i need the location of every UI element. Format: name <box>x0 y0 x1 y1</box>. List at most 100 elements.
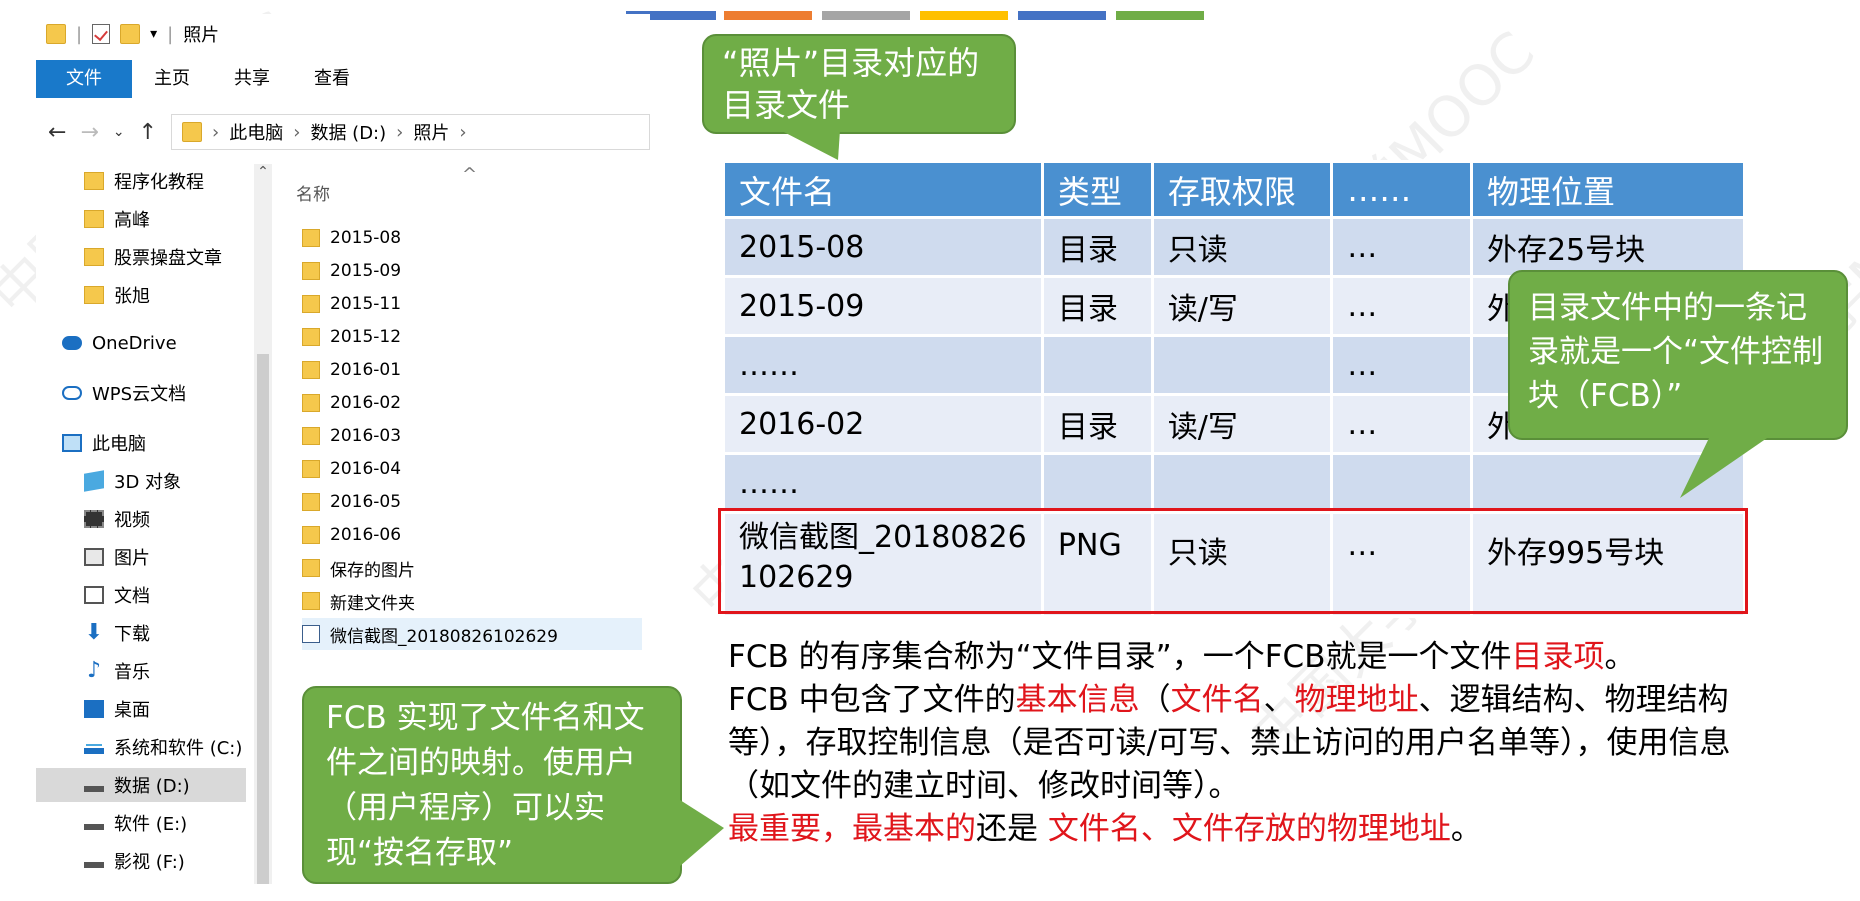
sidebar-item[interactable]: 数据 (D:) <box>36 768 246 802</box>
sidebar-item-label: 系统和软件 (C:) <box>114 738 243 759</box>
cell-access: 读/写 <box>1150 393 1334 455</box>
text: 还是 <box>976 811 1048 847</box>
scroll-thumb[interactable] <box>257 354 269 884</box>
callout-text: “照片”目录对应的目录文件 <box>722 44 980 124</box>
table-header-row: 文件名 类型 存取权限 …… 物理位置 <box>722 160 1747 219</box>
folder-icon[interactable] <box>46 24 66 44</box>
window-title: 照片 <box>183 25 220 46</box>
folder-icon <box>302 559 320 577</box>
3d-objects-icon <box>84 470 104 492</box>
quick-access-toolbar: | ▾ | 照片 <box>36 14 650 54</box>
new-folder-icon[interactable] <box>120 24 141 44</box>
forward-arrow-icon[interactable]: → <box>80 120 98 145</box>
folder-icon <box>84 210 104 228</box>
header-filename: 文件名 <box>722 160 1044 219</box>
file-name: 保存的图片 <box>330 560 415 581</box>
file-list-item[interactable]: 2016-06 <box>302 519 642 551</box>
scroll-up-icon[interactable]: ⌃ <box>254 164 272 186</box>
breadcrumb-item[interactable]: 照片 <box>413 119 449 145</box>
cell-type: 目录 <box>1040 216 1154 278</box>
chevron-right-icon: › <box>459 121 467 143</box>
up-arrow-icon[interactable]: ↑ <box>139 120 157 145</box>
properties-icon[interactable] <box>92 24 111 44</box>
cell-ellipsis: … <box>1330 275 1473 337</box>
sidebar-item[interactable]: 程序化教程 <box>36 164 246 198</box>
sidebar-item[interactable]: ♪ 音乐 <box>36 654 246 688</box>
folder-icon <box>302 493 320 511</box>
sidebar-item[interactable]: 图片 <box>36 540 246 574</box>
file-name: 2015-08 <box>330 228 402 248</box>
tab-home[interactable]: 主页 <box>132 60 212 98</box>
file-list-item[interactable]: 2016-01 <box>302 354 642 386</box>
file-list-item[interactable]: 2016-04 <box>302 453 642 485</box>
highlight-text: 文件名 <box>1170 682 1264 718</box>
sidebar-item[interactable]: 视频 <box>36 502 246 536</box>
strip-segment <box>724 11 812 20</box>
back-arrow-icon[interactable]: ← <box>48 120 66 145</box>
breadcrumb[interactable]: › 此电脑 › 数据 (D:) › 照片 › <box>171 114 650 150</box>
file-list-item[interactable]: 2015-08 <box>302 222 642 254</box>
sidebar-item[interactable]: 高峰 <box>36 202 246 236</box>
sidebar-item[interactable]: 影视 (F:) <box>36 844 246 878</box>
sidebar-item-label: WPS云文档 <box>92 384 187 405</box>
file-list-item[interactable]: 2015-12 <box>302 321 642 353</box>
paragraph-line: FCB 中包含了文件的基本信息（文件名、物理地址、逻辑结构、物理结构等），存取控… <box>728 679 1788 808</box>
text: 。 <box>1604 639 1636 675</box>
fcb-description: FCB 的有序集合称为“文件目录”，一个FCB就是一个文件目录项。 FCB 中包… <box>728 636 1788 851</box>
folder-icon <box>84 172 104 190</box>
folder-icon <box>302 460 320 478</box>
sidebar-item-label: 视频 <box>114 510 150 531</box>
callout-directory-file: “照片”目录对应的目录文件 <box>702 34 1016 134</box>
cell-ellipsis: … <box>1330 334 1473 396</box>
sidebar-item[interactable]: 此电脑 <box>36 426 246 460</box>
drive-icon <box>84 786 104 792</box>
file-list-item[interactable]: 微信截图_20180826102629 <box>302 618 642 650</box>
text: FCB 的有序集合称为“文件目录”，一个FCB就是一个文件 <box>728 639 1512 675</box>
tab-view[interactable]: 查看 <box>292 60 372 98</box>
file-list-item[interactable]: 2016-03 <box>302 420 642 452</box>
sidebar-item[interactable]: 系统和软件 (C:) <box>36 730 246 764</box>
music-icon: ♪ <box>86 658 102 683</box>
file-name: 2015-09 <box>330 261 402 281</box>
header-type: 类型 <box>1040 160 1154 219</box>
file-list-item[interactable]: 2016-02 <box>302 387 642 419</box>
tab-file[interactable]: 文件 <box>36 60 132 98</box>
highlight-text: 目录项 <box>1511 639 1605 675</box>
file-list-item[interactable]: 2015-11 <box>302 288 642 320</box>
table-row: 2015-08 目录 只读… 外存25号块 <box>722 216 1747 278</box>
strip-segment <box>920 11 1008 20</box>
sidebar-item-label: 股票操盘文章 <box>114 248 222 269</box>
text: 。 <box>1450 811 1482 847</box>
sidebar-item[interactable]: 桌面 <box>36 692 246 726</box>
folder-icon <box>302 394 320 412</box>
customize-dropdown-icon[interactable]: ▾ <box>150 26 157 42</box>
file-list-item[interactable]: 2015-09 <box>302 255 642 287</box>
sidebar-item[interactable]: OneDrive <box>36 326 246 360</box>
sidebar-item[interactable]: 软件 (E:) <box>36 806 246 840</box>
image-file-icon <box>302 625 320 643</box>
breadcrumb-item[interactable]: 此电脑 <box>229 119 283 145</box>
onedrive-icon <box>62 336 82 350</box>
text: FCB 中包含了文件的 <box>728 682 1016 718</box>
column-header-name[interactable]: 名称 <box>296 180 330 205</box>
sidebar-item[interactable]: 文档 <box>36 578 246 612</box>
strip-segment <box>822 11 910 20</box>
recent-locations-icon[interactable]: ⌄ <box>113 124 125 140</box>
file-list-item[interactable]: 保存的图片 <box>302 552 642 584</box>
sidebar-item[interactable]: ⬇ 下载 <box>36 616 246 650</box>
folder-icon <box>84 248 104 266</box>
callout-pointer <box>780 130 840 160</box>
documents-icon <box>84 586 104 604</box>
tab-share[interactable]: 共享 <box>212 60 292 98</box>
folder-icon <box>302 361 320 379</box>
sidebar-item[interactable]: WPS云文档 <box>36 376 246 410</box>
sidebar-item[interactable]: 张旭 <box>36 278 246 312</box>
breadcrumb-item[interactable]: 数据 (D:) <box>310 119 386 145</box>
folder-icon <box>302 526 320 544</box>
folder-icon <box>302 262 320 280</box>
file-list-item[interactable]: 新建文件夹 <box>302 585 642 617</box>
sidebar-item[interactable]: 3D 对象 <box>36 464 246 498</box>
sidebar-item[interactable]: 股票操盘文章 <box>36 240 246 274</box>
file-list-item[interactable]: 2016-05 <box>302 486 642 518</box>
cell-filename: 2015-09 <box>722 275 1044 337</box>
